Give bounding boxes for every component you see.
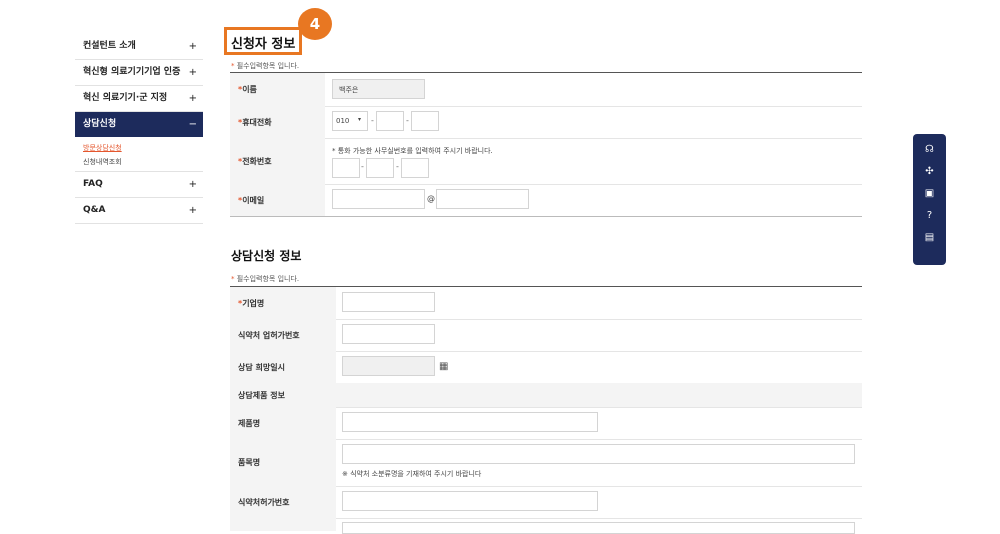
field-label: 상담 희망일시 xyxy=(230,351,336,383)
consult-section-title: 상담신청 정보 xyxy=(231,249,302,263)
sidebar-item-label: 상담신청 xyxy=(83,119,117,129)
expand-icon[interactable]: + xyxy=(189,172,197,197)
form-row-mobile: * 휴대전화 010 ▾ - - xyxy=(230,106,862,139)
phone-last-input[interactable] xyxy=(401,158,429,178)
form-row-product-info: 상담제품 정보 xyxy=(230,383,862,408)
field-label: * 기업명 xyxy=(230,287,336,319)
product-info-label: 상담제품 정보 xyxy=(238,390,285,400)
company-name-input[interactable] xyxy=(342,292,435,312)
headset-icon[interactable]: ☊ xyxy=(913,144,946,155)
item-name-input[interactable] xyxy=(342,444,855,464)
field-label: * 이메일 xyxy=(230,184,325,216)
mobile-label: 휴대전화 xyxy=(242,117,272,127)
sidebar-item-label: 혁신 의료기기·군 지정 xyxy=(83,93,168,103)
email-label: 이메일 xyxy=(242,195,265,205)
form-row-approval: 식약처허가번호 xyxy=(230,486,862,519)
mobile-middle-input[interactable] xyxy=(376,111,404,131)
email-domain-input[interactable] xyxy=(436,189,529,209)
applicant-section-title: 신청자 정보 xyxy=(231,37,296,52)
expand-icon[interactable]: + xyxy=(189,86,197,111)
sidebar-item-innovative-cert[interactable]: 혁신형 의료기기기업 인증 + xyxy=(75,60,203,86)
product-name-input[interactable] xyxy=(342,412,598,432)
next-input[interactable] xyxy=(342,522,855,534)
field-label: 식약처 업허가번호 xyxy=(230,319,336,351)
name-field[interactable]: 백주은 xyxy=(332,79,425,99)
sidebar-item-innovative-designation[interactable]: 혁신 의료기기·군 지정 + xyxy=(75,86,203,112)
sidebar-item-consultant[interactable]: 컨설턴트 소개 + xyxy=(75,34,203,60)
field-label: 제품명 xyxy=(230,407,336,439)
name-label: 이름 xyxy=(242,85,257,94)
license-number-input[interactable] xyxy=(342,324,435,344)
phone-label: 전화번호 xyxy=(242,156,272,166)
company-label: 기업명 xyxy=(242,298,265,308)
mobile-prefix-value: 010 xyxy=(336,117,350,125)
item-name-label: 품목명 xyxy=(238,458,261,467)
form-row-next xyxy=(230,518,862,534)
field-label: 상담제품 정보 xyxy=(230,383,336,407)
required-note: * 필수입력항목 입니다. xyxy=(231,62,300,70)
form-row-company: * 기업명 xyxy=(230,287,862,320)
sidebar-item-label: 컨설턴트 소개 xyxy=(83,41,136,51)
separator: - xyxy=(396,162,399,171)
approval-number-input[interactable] xyxy=(342,491,598,511)
form-row-name: * 이름 백주은 xyxy=(230,73,862,107)
separator: - xyxy=(361,162,364,171)
license-label: 식약처 업허가번호 xyxy=(238,330,300,340)
sidebar-item-consult-request[interactable]: 상담신청 − xyxy=(75,112,203,137)
sidebar-subitem-visit-consult[interactable]: 방문상담신청 xyxy=(83,143,122,153)
expand-icon[interactable]: + xyxy=(189,198,197,223)
field-label xyxy=(230,518,336,531)
floating-quick-menu: ☊ ✣ ▣ ? ▤ xyxy=(913,134,946,265)
required-note-text: 필수입력항목 입니다. xyxy=(236,275,300,283)
product-name-label: 제품명 xyxy=(238,418,261,428)
at-sign: @ xyxy=(427,194,435,203)
calendar-icon[interactable]: ▦ xyxy=(439,361,448,372)
calendar-icon[interactable]: ▣ xyxy=(913,188,946,199)
form-row-email: * 이메일 @ xyxy=(230,184,862,217)
expand-icon[interactable]: + xyxy=(189,34,197,59)
separator: - xyxy=(371,116,374,125)
sidebar-item-label: Q&A xyxy=(83,205,106,215)
mobile-last-input[interactable] xyxy=(411,111,439,131)
sidebar-item-label: 혁신형 의료기기기업 인증 xyxy=(83,67,181,77)
form-row-date: 상담 희망일시 ▦ xyxy=(230,351,862,384)
mobile-prefix-select[interactable]: 010 ▾ xyxy=(332,111,368,131)
phone-middle-input[interactable] xyxy=(366,158,394,178)
sidebar-subitem-history[interactable]: 신청내역조회 xyxy=(83,157,122,167)
name-value: 백주은 xyxy=(339,86,359,94)
chevron-down-icon: ▾ xyxy=(358,116,362,123)
expand-icon[interactable]: + xyxy=(189,60,197,85)
question-icon[interactable]: ? xyxy=(913,210,946,221)
phone-first-input[interactable] xyxy=(332,158,360,178)
sidebar-item-label: FAQ xyxy=(83,179,103,189)
collapse-icon[interactable]: − xyxy=(189,112,197,137)
approval-label: 식약처허가번호 xyxy=(238,497,290,507)
field-label: * 휴대전화 xyxy=(230,106,325,138)
field-label: 품목명 xyxy=(230,439,336,486)
form-row-product-name: 제품명 xyxy=(230,407,862,440)
field-label: * 이름 xyxy=(230,73,325,106)
consult-date-input[interactable] xyxy=(342,356,435,376)
field-label: * 전화번호 xyxy=(230,138,325,184)
required-note: * 필수입력항목 입니다. xyxy=(231,275,300,283)
separator: - xyxy=(406,116,409,125)
date-label: 상담 희망일시 xyxy=(238,362,285,372)
field-label: 식약처허가번호 xyxy=(230,486,336,518)
step-badge: 4 xyxy=(298,8,332,40)
required-note-text: 필수입력항목 입니다. xyxy=(236,62,300,70)
sidebar-item-faq[interactable]: FAQ + xyxy=(75,172,203,198)
chat-icon[interactable]: ▤ xyxy=(913,232,946,243)
network-icon[interactable]: ✣ xyxy=(913,166,946,177)
email-id-input[interactable] xyxy=(332,189,425,209)
form-row-item-name: 품목명 ※ 식약처 소분류명을 기재하여 주시기 바랍니다 xyxy=(230,439,862,487)
item-name-note: ※ 식약처 소분류명을 기재하여 주시기 바랍니다 xyxy=(342,470,482,478)
form-row-license: 식약처 업허가번호 xyxy=(230,319,862,352)
form-row-phone: * 전화번호 * 통화 가능한 사무실번호를 입력하여 주시기 바랍니다. - … xyxy=(230,138,862,185)
phone-note: * 통화 가능한 사무실번호를 입력하여 주시기 바랍니다. xyxy=(332,147,493,155)
sidebar-item-qna[interactable]: Q&A + xyxy=(75,198,203,224)
